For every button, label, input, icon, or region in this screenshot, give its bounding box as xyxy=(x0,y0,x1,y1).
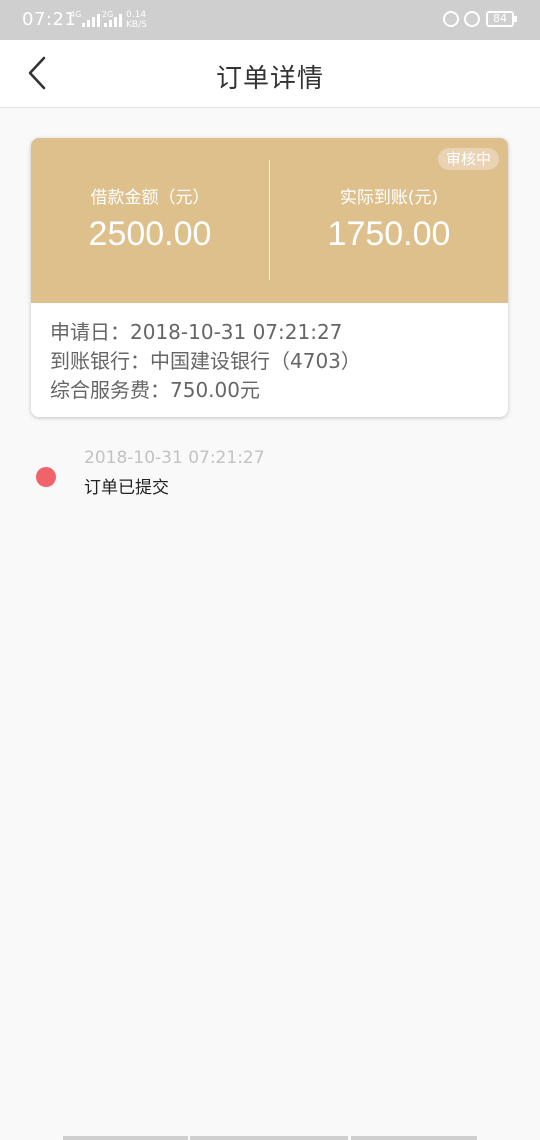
signal-icon xyxy=(82,14,100,27)
loan-amount-block: 借款金额（元） 2500.00 xyxy=(31,188,269,254)
order-info: 申请日：2018-10-31 07:21:27 到账银行：中国建设银行（4703… xyxy=(50,318,361,405)
received-amount-label: 实际到账(元) xyxy=(339,188,439,208)
navigation-bar: 订单详情 xyxy=(0,40,540,108)
timeline-time: 2018-10-31 07:21:27 xyxy=(84,448,265,468)
received-amount-value: 1750.00 xyxy=(327,215,451,253)
received-amount-block: 实际到账(元) 1750.00 xyxy=(270,188,508,254)
timeline-dot xyxy=(36,467,56,487)
signal-icon-2 xyxy=(104,14,122,27)
status-badge: 审核中 xyxy=(437,148,499,170)
alarm-icon xyxy=(464,11,480,27)
bottom-handle-center xyxy=(190,1136,348,1140)
network-type-label: 4G xyxy=(70,10,82,19)
apply-date: 申请日：2018-10-31 07:21:27 xyxy=(50,320,343,344)
network-speed-unit: KB/S xyxy=(126,20,147,30)
page-title: 订单详情 xyxy=(215,64,324,94)
status-time: 07:21 xyxy=(22,9,77,30)
loan-amount-label: 借款金额（元） xyxy=(90,188,210,208)
battery-level: 84 xyxy=(493,12,507,25)
network-speed: 0.14 KB/S xyxy=(126,10,147,30)
battery-icon: 84 xyxy=(486,11,517,27)
card-header: 审核中 借款金额（元） 2500.00 实际到账(元) 1750.00 xyxy=(31,138,508,303)
receiving-bank: 到账银行：中国建设银行（4703） xyxy=(50,349,361,373)
timeline-status: 订单已提交 xyxy=(84,478,169,498)
status-bar: 07:21 4G 2G 0.14 KB/S 84 xyxy=(0,0,540,40)
service-fee: 综合服务费：750.00元 xyxy=(50,378,260,402)
order-summary-card: 审核中 借款金额（元） 2500.00 实际到账(元) 1750.00 申请日：… xyxy=(31,138,508,417)
loan-amount-value: 2500.00 xyxy=(88,215,212,253)
bottom-handle-left xyxy=(63,1136,188,1140)
network-speed-value: 0.14 xyxy=(126,10,147,20)
lock-icon xyxy=(443,11,459,27)
bottom-handle-right xyxy=(351,1136,477,1140)
